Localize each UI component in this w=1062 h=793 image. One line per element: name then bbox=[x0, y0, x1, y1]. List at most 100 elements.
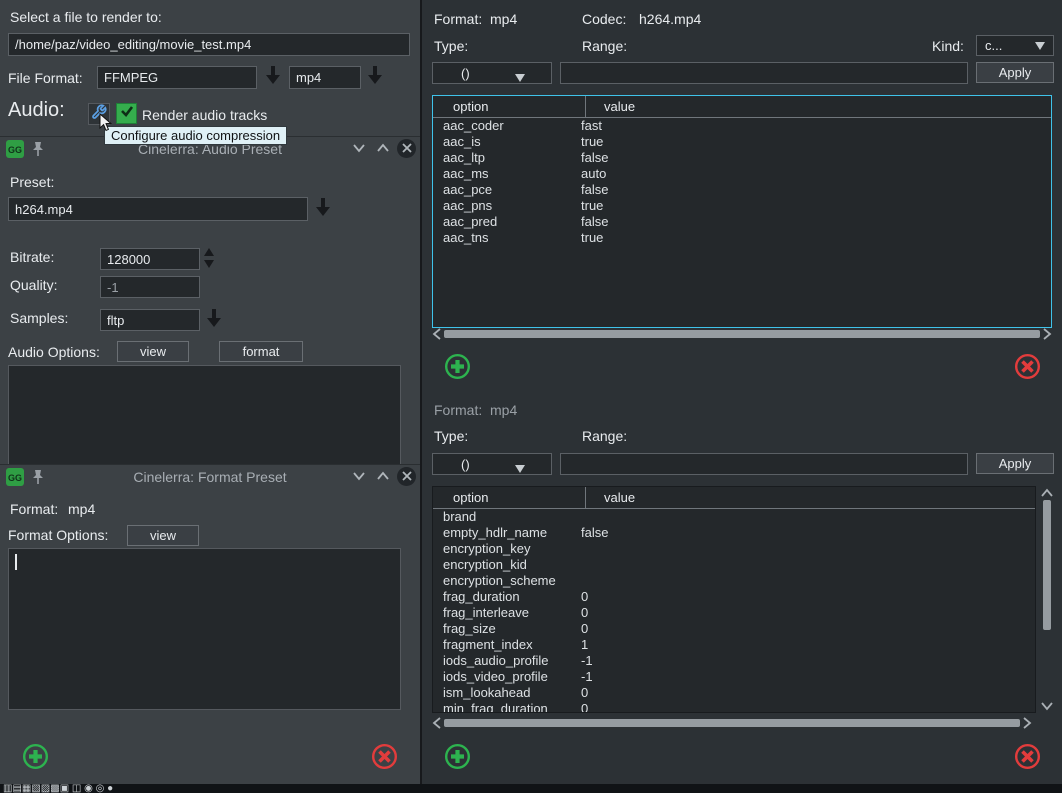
kind-value: c... bbox=[985, 38, 1002, 53]
add-option-button-audio[interactable] bbox=[444, 353, 471, 385]
range-input[interactable] bbox=[560, 453, 968, 475]
table-row[interactable]: aac_pnstrue bbox=[433, 198, 1051, 214]
format-options-table[interactable]: option value brandempty_hdlr_namefalseen… bbox=[432, 486, 1036, 713]
cell-option: aac_pns bbox=[433, 198, 581, 214]
table-row[interactable]: encryption_scheme bbox=[433, 573, 1035, 589]
shade-down-button[interactable] bbox=[349, 139, 368, 158]
container-dropdown-icon[interactable] bbox=[365, 64, 385, 91]
table-row[interactable]: frag_size0 bbox=[433, 621, 1035, 637]
audio-table-hscrollbar[interactable] bbox=[432, 327, 1052, 340]
preset-input[interactable] bbox=[8, 197, 308, 221]
table-row[interactable]: aac_tnstrue bbox=[433, 230, 1051, 246]
quality-label: Quality: bbox=[10, 277, 57, 293]
shade-down-button[interactable] bbox=[349, 467, 368, 486]
shade-up-button[interactable] bbox=[373, 467, 392, 486]
check-icon bbox=[120, 104, 134, 123]
hscroll-thumb[interactable] bbox=[444, 330, 1040, 338]
table-row[interactable]: encryption_key bbox=[433, 541, 1035, 557]
preset-label: Preset: bbox=[10, 174, 54, 190]
close-button[interactable] bbox=[397, 467, 416, 486]
table-row[interactable]: aac_predfalse bbox=[433, 214, 1051, 230]
delete-option-button-left[interactable] bbox=[371, 743, 398, 775]
table-row[interactable]: frag_duration0 bbox=[433, 589, 1035, 605]
scroll-left-icon[interactable] bbox=[432, 328, 442, 340]
audio-format-button[interactable]: format bbox=[219, 341, 303, 362]
pin-icon[interactable] bbox=[31, 141, 45, 162]
table-row[interactable]: fragment_index1 bbox=[433, 637, 1035, 653]
scroll-right-icon[interactable] bbox=[1042, 328, 1052, 340]
table-row[interactable]: empty_hdlr_namefalse bbox=[433, 525, 1035, 541]
cell-value: true bbox=[581, 230, 1051, 246]
table-header: option value bbox=[433, 487, 1035, 509]
preset-dropdown-icon[interactable] bbox=[313, 196, 333, 223]
scroll-down-icon[interactable] bbox=[1041, 699, 1053, 713]
hscroll-thumb[interactable] bbox=[444, 719, 1020, 727]
bitrate-spinner[interactable] bbox=[202, 246, 216, 275]
file-format-input[interactable] bbox=[97, 66, 257, 89]
format-value: mp4 bbox=[68, 501, 95, 517]
file-format-dropdown-icon[interactable] bbox=[263, 64, 283, 91]
table-row[interactable]: iods_audio_profile-1 bbox=[433, 653, 1035, 669]
table-row[interactable]: aac_coderfast bbox=[433, 118, 1051, 134]
scroll-right-icon[interactable] bbox=[1022, 717, 1032, 729]
shade-up-button[interactable] bbox=[373, 139, 392, 158]
audio-options-rows: aac_coderfastaac_istrueaac_ltpfalseaac_m… bbox=[433, 118, 1051, 246]
audio-view-button[interactable]: view bbox=[117, 341, 189, 362]
delete-option-button-format[interactable] bbox=[1014, 743, 1041, 775]
scroll-up-icon[interactable] bbox=[1041, 486, 1053, 500]
svg-text:GG: GG bbox=[8, 145, 22, 155]
format-preset-titlebar[interactable]: GG Cinelerra: Format Preset bbox=[0, 464, 420, 489]
format-options-textarea[interactable] bbox=[8, 548, 401, 710]
table-row[interactable]: aac_istrue bbox=[433, 134, 1051, 150]
render-audio-checkbox[interactable] bbox=[116, 103, 137, 124]
table-row[interactable]: aac_pcefalse bbox=[433, 182, 1051, 198]
table-row[interactable]: encryption_kid bbox=[433, 557, 1035, 573]
vscroll-thumb[interactable] bbox=[1043, 500, 1051, 630]
taskbar[interactable]: ▥▤▦▧▨▩▣ ◫ ◉ ◎ ● bbox=[0, 784, 1062, 793]
cell-value: -1 bbox=[581, 653, 1035, 669]
table-row[interactable]: iods_video_profile-1 bbox=[433, 669, 1035, 685]
cell-option: fragment_index bbox=[433, 637, 581, 653]
format-table-vscrollbar[interactable] bbox=[1040, 486, 1054, 713]
close-button[interactable] bbox=[397, 139, 416, 158]
cell-value: fast bbox=[581, 118, 1051, 134]
output-path-input[interactable] bbox=[8, 33, 410, 56]
kind-dropdown[interactable]: c... bbox=[976, 35, 1054, 56]
apply-button[interactable]: Apply bbox=[976, 62, 1054, 83]
table-row[interactable]: aac_msauto bbox=[433, 166, 1051, 182]
add-option-button-left[interactable] bbox=[22, 743, 49, 775]
type-dropdown[interactable]: () bbox=[432, 453, 552, 475]
samples-input[interactable] bbox=[100, 309, 200, 331]
samples-dropdown-icon[interactable] bbox=[204, 307, 224, 334]
pin-icon[interactable] bbox=[31, 469, 45, 490]
cell-value: -1 bbox=[581, 669, 1035, 685]
cell-option: encryption_key bbox=[433, 541, 581, 557]
type-dropdown[interactable]: () bbox=[432, 62, 552, 84]
cell-option: empty_hdlr_name bbox=[433, 525, 581, 541]
plus-icon bbox=[444, 367, 471, 384]
apply-button[interactable]: Apply bbox=[976, 453, 1054, 474]
range-input[interactable] bbox=[560, 62, 968, 84]
container-format-input[interactable] bbox=[289, 66, 361, 89]
add-option-button-format[interactable] bbox=[444, 743, 471, 775]
ffmpeg-options-panel: Format: mp4 Codec: h264.mp4 Type: Range:… bbox=[420, 0, 1062, 793]
format-table-hscrollbar[interactable] bbox=[432, 716, 1032, 729]
quality-input[interactable] bbox=[100, 276, 200, 298]
table-row[interactable]: aac_ltpfalse bbox=[433, 150, 1051, 166]
format-view-button[interactable]: view bbox=[127, 525, 199, 546]
cell-value bbox=[581, 541, 1035, 557]
table-row[interactable]: frag_interleave0 bbox=[433, 605, 1035, 621]
bitrate-input[interactable] bbox=[100, 248, 200, 270]
scroll-left-icon[interactable] bbox=[432, 717, 442, 729]
cell-option: aac_pce bbox=[433, 182, 581, 198]
range-label: Range: bbox=[582, 38, 627, 54]
chevron-down-icon bbox=[352, 468, 366, 486]
table-row[interactable]: ism_lookahead0 bbox=[433, 685, 1035, 701]
table-row[interactable]: min_frag_duration0 bbox=[433, 701, 1035, 713]
table-row[interactable]: brand bbox=[433, 509, 1035, 525]
format-preset-window: GG Cinelerra: Format Preset Format: mp4 … bbox=[0, 464, 420, 714]
cell-option: aac_ms bbox=[433, 166, 581, 182]
audio-options-table[interactable]: option value aac_coderfastaac_istrueaac_… bbox=[432, 95, 1052, 328]
audio-options-textarea[interactable] bbox=[8, 365, 401, 465]
delete-option-button-audio[interactable] bbox=[1014, 353, 1041, 385]
